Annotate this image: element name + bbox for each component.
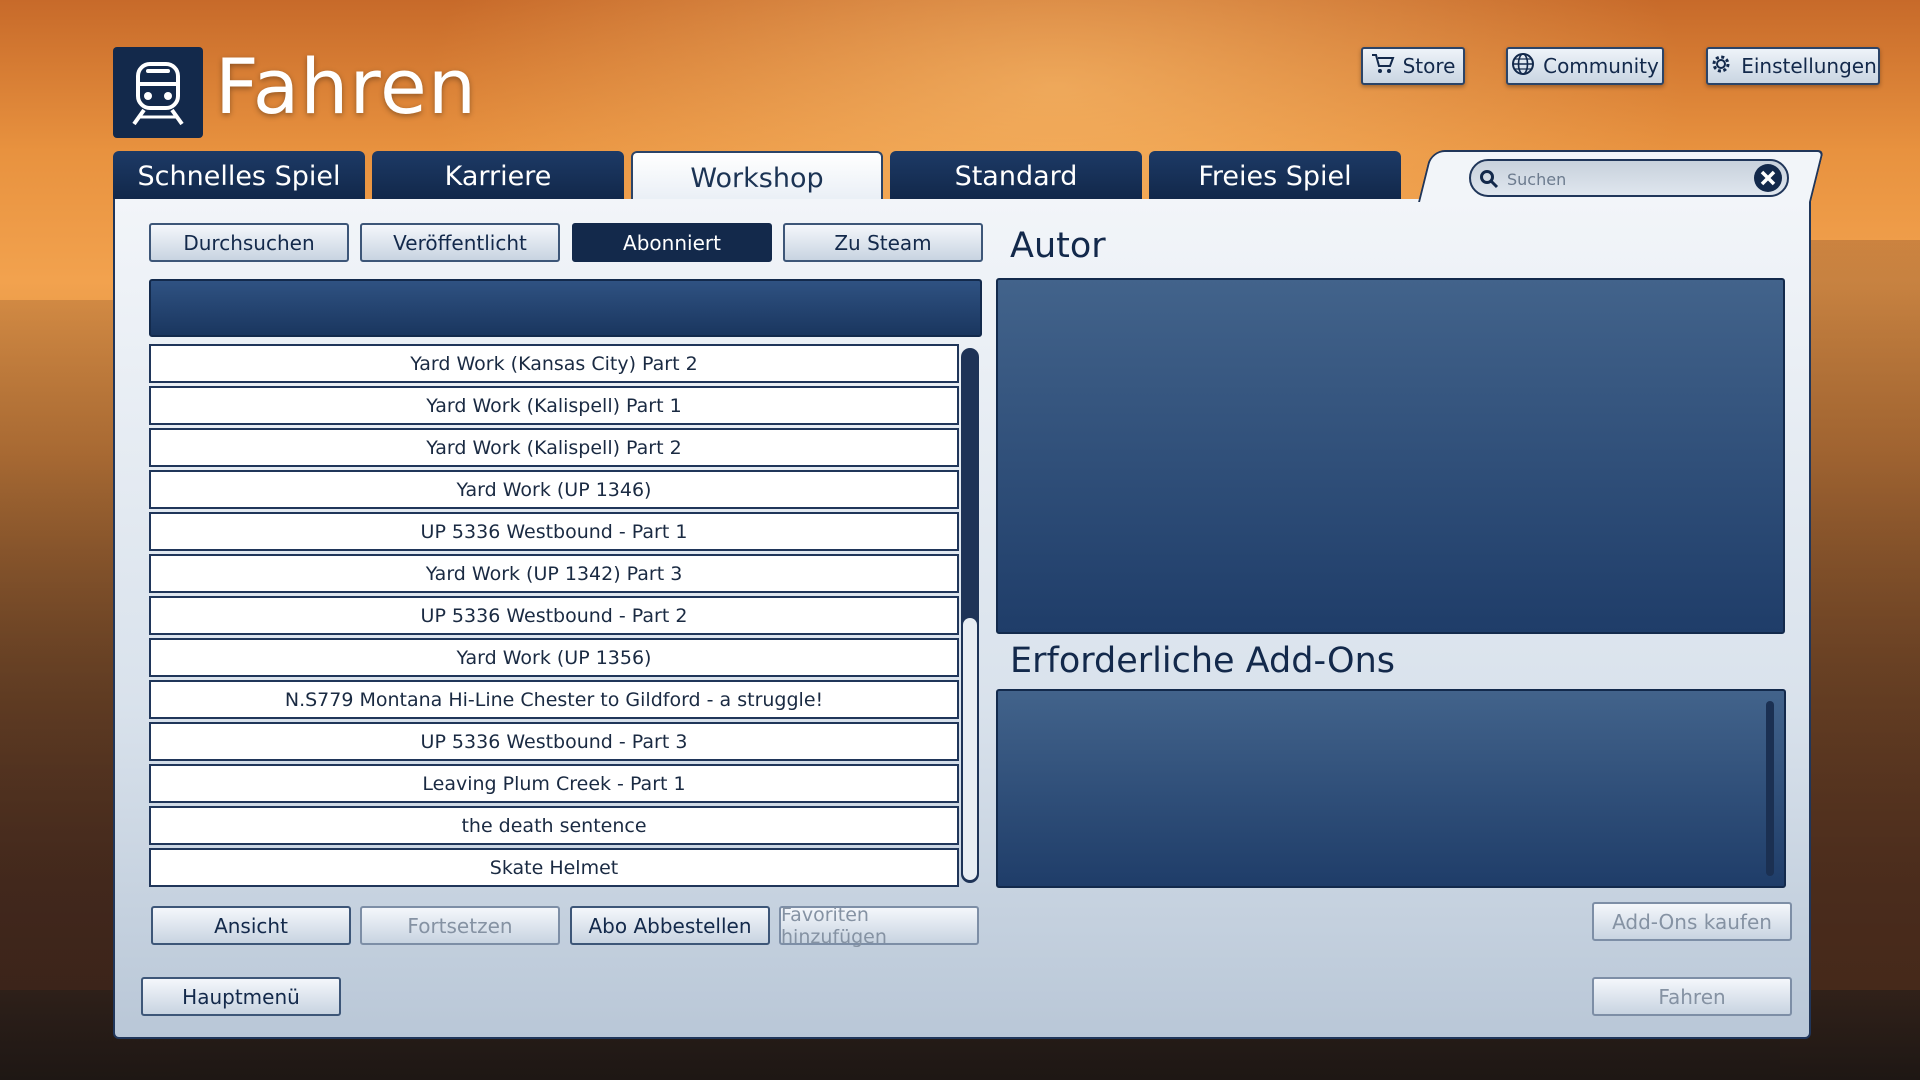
list-item[interactable]: UP 5336 Westbound - Part 2 (149, 596, 959, 635)
subtab-zu-steam[interactable]: Zu Steam (783, 223, 983, 262)
add-favorite-button[interactable]: Favoriten hinzufügen (779, 904, 979, 948)
page-title: Fahren (215, 42, 477, 131)
store-label: Store (1402, 54, 1456, 78)
clear-search-icon[interactable] (1753, 163, 1783, 197)
list-item[interactable]: Leaving Plum Creek - Part 1 (149, 764, 959, 803)
settings-label: Einstellungen (1741, 54, 1877, 78)
tab-workshop[interactable]: Workshop (631, 151, 883, 203)
store-button[interactable]: Store (1361, 47, 1465, 85)
community-label: Community (1543, 54, 1659, 78)
unsubscribe-button[interactable]: Abo Abbestellen (570, 906, 770, 945)
tab-standard[interactable]: Standard (890, 151, 1142, 201)
tab-freies-spiel[interactable]: Freies Spiel (1149, 151, 1401, 201)
list-item[interactable]: N.S779 Montana Hi-Line Chester to Gildfo… (149, 680, 959, 719)
main-menu-button[interactable]: Hauptmenü (141, 977, 341, 1016)
list-item[interactable]: Yard Work (Kalispell) Part 1 (149, 386, 959, 425)
search-box (1469, 159, 1789, 197)
buy-addons-button[interactable]: Add-Ons kaufen (1592, 902, 1792, 941)
search-input[interactable] (1505, 161, 1739, 197)
list-item[interactable]: Yard Work (UP 1356) (149, 638, 959, 677)
author-details-box (996, 278, 1785, 634)
author-heading: Autor (1010, 226, 1106, 266)
list-scrollbar[interactable] (961, 348, 979, 883)
list-item[interactable]: UP 5336 Westbound - Part 3 (149, 722, 959, 761)
list-item[interactable]: the death sentence (149, 806, 959, 845)
list-item[interactable]: Yard Work (UP 1342) Part 3 (149, 554, 959, 593)
settings-button[interactable]: Einstellungen (1706, 47, 1880, 85)
required-addons-heading: Erforderliche Add-Ons (1010, 641, 1396, 681)
required-addons-box (996, 689, 1786, 888)
globe-icon (1511, 52, 1535, 81)
search-icon (1479, 169, 1499, 193)
list-item[interactable]: Skate Helmet (149, 848, 959, 887)
community-button[interactable]: Community (1506, 47, 1664, 85)
tab-schnelles-spiel[interactable]: Schnelles Spiel (113, 151, 365, 201)
list-item[interactable]: Yard Work (Kalispell) Part 2 (149, 428, 959, 467)
view-button[interactable]: Ansicht (151, 906, 351, 945)
list-item[interactable]: UP 5336 Westbound - Part 1 (149, 512, 959, 551)
tab-karriere[interactable]: Karriere (372, 151, 624, 201)
subtab-abonniert[interactable]: Abonniert (572, 223, 772, 262)
cart-icon (1371, 53, 1395, 80)
list-item[interactable]: Yard Work (UP 1346) (149, 470, 959, 509)
continue-button[interactable]: Fortsetzen (360, 906, 560, 945)
drive-button[interactable]: Fahren (1592, 977, 1792, 1016)
workshop-list: Yard Work (Kansas City) Part 2 Yard Work… (149, 344, 959, 890)
subtab-veroeffentlicht[interactable]: Veröffentlicht (360, 223, 560, 262)
subtab-durchsuchen[interactable]: Durchsuchen (149, 223, 349, 262)
train-logo-icon (113, 47, 203, 138)
list-scrollbar-thumb[interactable] (963, 618, 977, 880)
list-item[interactable]: Yard Work (Kansas City) Part 2 (149, 344, 959, 383)
gear-icon (1709, 52, 1733, 81)
list-header (149, 279, 982, 337)
addons-scrollbar[interactable] (1766, 701, 1774, 876)
